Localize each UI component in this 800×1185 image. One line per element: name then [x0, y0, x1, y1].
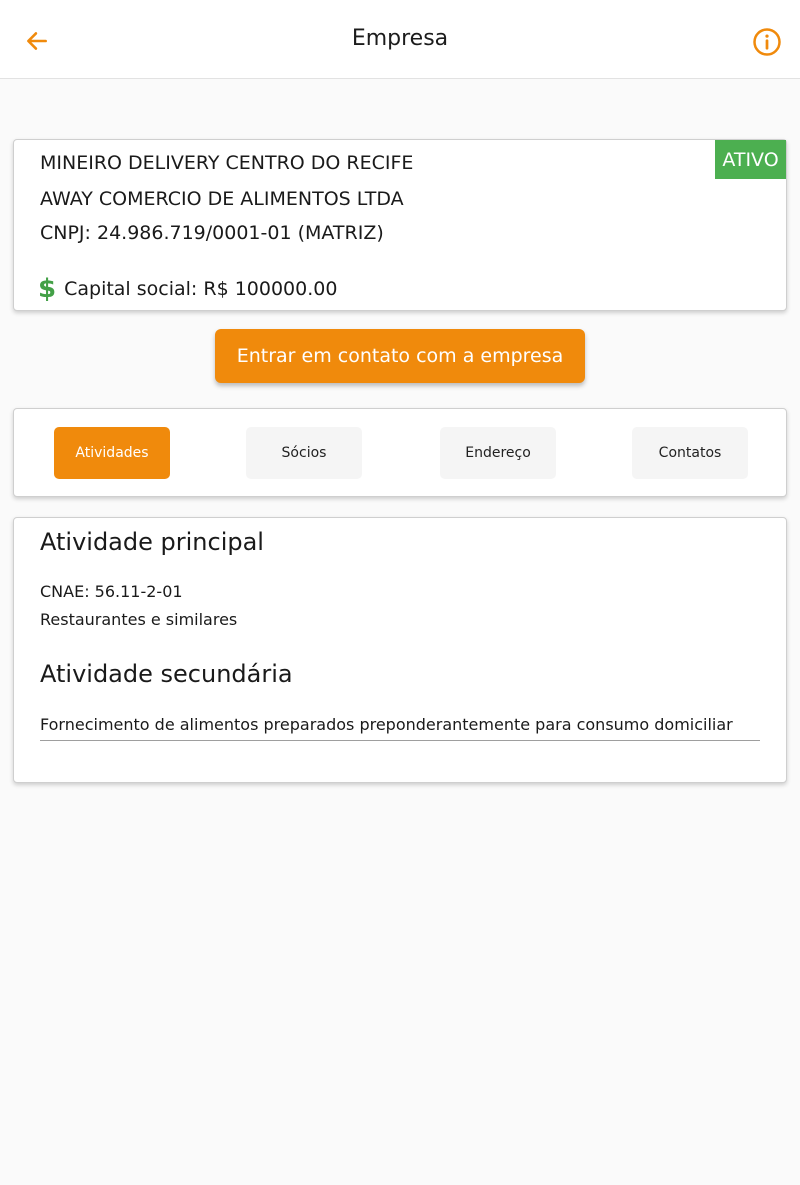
- capital-social-text: Capital social: R$ 100000.00: [64, 278, 338, 300]
- arrow-left-icon: [27, 32, 47, 50]
- main-activity-description: Restaurantes e similares: [40, 610, 238, 629]
- tab-bar: Atividades Sócios Endereço Contatos: [13, 408, 787, 497]
- activities-card: Atividade principal CNAE: 56.11-2-01 Res…: [13, 517, 787, 783]
- info-button[interactable]: [749, 24, 785, 60]
- cnae-code: CNAE: 56.11-2-01: [40, 582, 183, 601]
- status-badge: ATIVO: [715, 140, 786, 179]
- tab-contatos[interactable]: Contatos: [632, 427, 748, 479]
- company-legal-name: AWAY COMERCIO DE ALIMENTOS LTDA: [40, 188, 404, 210]
- page-title: Empresa: [351, 26, 449, 51]
- tab-endereco[interactable]: Endereço: [440, 427, 556, 479]
- capital-social: $ Capital social: R$ 100000.00: [38, 276, 337, 302]
- contact-company-button[interactable]: Entrar em contato com a empresa: [215, 329, 585, 383]
- company-cnpj: CNPJ: 24.986.719/0001-01 (MATRIZ): [40, 222, 384, 244]
- app-bar: Empresa: [0, 0, 800, 79]
- company-card: MINEIRO DELIVERY CENTRO DO RECIFE AWAY C…: [13, 139, 787, 311]
- back-button[interactable]: [20, 24, 54, 58]
- secondary-activity-description: Fornecimento de alimentos preparados pre…: [40, 714, 760, 741]
- tab-atividades[interactable]: Atividades: [54, 427, 170, 479]
- info-circle-icon: [753, 28, 781, 56]
- dollar-icon: $: [38, 274, 57, 304]
- company-trade-name: MINEIRO DELIVERY CENTRO DO RECIFE: [40, 152, 414, 174]
- tab-socios[interactable]: Sócios: [246, 427, 362, 479]
- secondary-activity-heading: Atividade secundária: [40, 660, 293, 688]
- main-activity-heading: Atividade principal: [40, 528, 264, 556]
